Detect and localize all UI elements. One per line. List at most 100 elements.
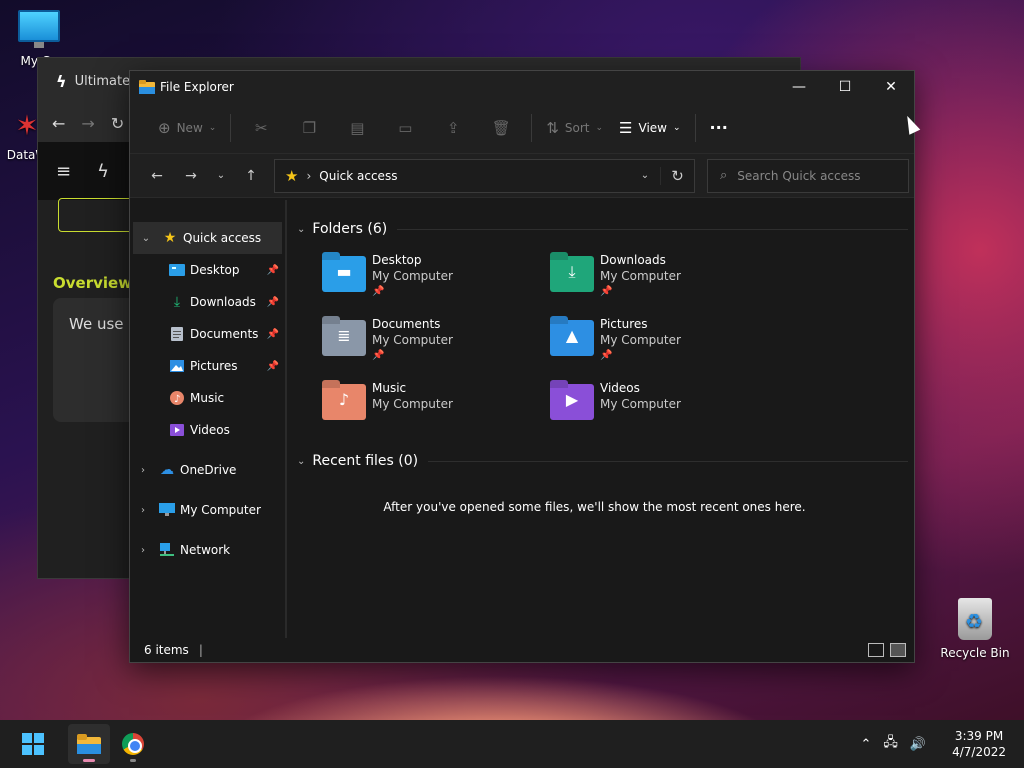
folder-name: Documents: [372, 317, 441, 331]
folders-header-label: Folders (6): [312, 221, 388, 237]
nav-item-music[interactable]: ♪ Music: [130, 382, 285, 414]
folder-location: My Computer: [372, 397, 453, 411]
nav-item-label: Downloads: [190, 295, 256, 309]
start-button[interactable]: [12, 724, 54, 764]
nav-item-documents[interactable]: Documents 📌: [130, 318, 285, 350]
browser-tab-title[interactable]: Ultimate: [75, 74, 131, 89]
view-button[interactable]: ☰ View ⌄: [611, 112, 688, 144]
more-options-button[interactable]: ···: [702, 112, 736, 144]
list-view-icon: ☰: [619, 118, 633, 137]
desktop-glyph-icon: ▬: [336, 262, 352, 281]
up-button[interactable]: ↑: [234, 161, 268, 191]
pin-icon: 📌: [266, 328, 279, 340]
nav-item-downloads[interactable]: ⤓ Downloads 📌: [130, 286, 285, 318]
back-arrow-icon[interactable]: ←: [52, 114, 65, 133]
clock-date: 4/7/2022: [952, 745, 1006, 759]
details-view-icon[interactable]: [868, 643, 884, 657]
search-box[interactable]: ⌕: [707, 158, 909, 193]
clock[interactable]: 3:39 PM 4/7/2022: [952, 728, 1006, 760]
monitor-icon: [18, 10, 60, 48]
taskbar-chrome[interactable]: [112, 724, 154, 764]
nav-item-network[interactable]: › Network: [130, 534, 285, 566]
chevron-right-icon[interactable]: ›: [130, 505, 156, 516]
address-dropdown-chevron-icon[interactable]: ⌄: [630, 170, 660, 181]
site-logo-bolt-icon[interactable]: ϟ: [97, 161, 109, 182]
picture-icon: [166, 360, 188, 372]
close-button[interactable]: ✕: [868, 71, 914, 102]
network-status-icon[interactable]: 🖧: [883, 733, 898, 755]
folder-tile-documents[interactable]: ≣ Documents My Computer 📌: [322, 310, 550, 374]
rename-button[interactable]: ▭: [381, 112, 429, 144]
overview-heading: Overview: [53, 274, 133, 292]
status-bar: 6 items |: [130, 638, 914, 662]
desktop-glyph-folder-icon: ▬: [322, 256, 366, 292]
sort-button[interactable]: ⇅ Sort ⌄: [538, 112, 611, 144]
address-bar[interactable]: ★ › Quick access ⌄ ↻: [274, 158, 695, 193]
document-icon: [166, 327, 188, 341]
folder-name: Music: [372, 381, 407, 395]
folder-info: Desktop My Computer 📌: [372, 252, 453, 300]
svg-text:♪: ♪: [174, 394, 180, 405]
chevron-down-icon[interactable]: ⌄: [133, 233, 159, 244]
search-input[interactable]: [737, 168, 888, 183]
back-button[interactable]: ←: [140, 161, 174, 191]
recent-locations-button[interactable]: ⌄: [208, 161, 234, 191]
file-explorer-window[interactable]: File Explorer — ☐ ✕ ⊕ New ⌄ ✂ ❐ ▤ ▭ ⇪ 🗑 …: [129, 70, 915, 663]
nav-item-quick-access[interactable]: ⌄ ★ Quick access: [133, 222, 282, 254]
running-indicator: [130, 759, 136, 762]
reload-icon[interactable]: ↻: [111, 114, 124, 133]
nav-item-videos[interactable]: Videos: [130, 414, 285, 446]
folder-tile-videos[interactable]: ▶ Videos My Computer: [550, 374, 778, 438]
share-button[interactable]: ⇪: [429, 112, 477, 144]
folder-name: Pictures: [600, 317, 648, 331]
nav-item-desktop[interactable]: Desktop 📌: [130, 254, 285, 286]
forward-button[interactable]: →: [174, 161, 208, 191]
copy-icon: ❐: [302, 118, 317, 137]
view-label: View: [638, 120, 667, 135]
folders-section-header[interactable]: ⌄ Folders (6): [295, 214, 914, 244]
nav-item-label: Videos: [190, 423, 230, 437]
chevron-right-icon[interactable]: ›: [130, 465, 156, 476]
hamburger-menu-icon[interactable]: ≡: [56, 161, 71, 182]
folder-tile-music[interactable]: ♪ Music My Computer: [322, 374, 550, 438]
new-button[interactable]: ⊕ New ⌄: [150, 112, 224, 144]
volume-icon[interactable]: 🔊: [910, 737, 926, 752]
nav-item-label: Network: [180, 543, 231, 557]
command-separator: [694, 113, 696, 142]
folder-info: Videos My Computer: [600, 380, 681, 412]
nav-item-pictures[interactable]: Pictures 📌: [130, 350, 285, 382]
share-icon: ⇪: [447, 118, 460, 137]
recent-files-section-header[interactable]: ⌄ Recent files (0): [295, 446, 914, 476]
command-bar: ⊕ New ⌄ ✂ ❐ ▤ ▭ ⇪ 🗑 ⇅ Sort ⌄ ☰ View ⌄ ··…: [130, 102, 914, 154]
title-bar[interactable]: File Explorer — ☐ ✕: [130, 71, 914, 102]
folder-info: Music My Computer: [372, 380, 453, 412]
minimize-button[interactable]: —: [776, 71, 822, 102]
rename-icon: ▭: [398, 118, 413, 137]
recent-header-label: Recent files (0): [312, 453, 419, 469]
desktop-icon-recycle-bin[interactable]: ♻ Recycle Bin: [940, 598, 1010, 660]
pin-icon: 📌: [266, 264, 279, 276]
folder-tile-desktop[interactable]: ▬ Desktop My Computer 📌: [322, 246, 550, 310]
window-title: File Explorer: [160, 79, 234, 94]
forward-arrow-icon[interactable]: →: [81, 114, 94, 133]
folder-tile-downloads[interactable]: ⤓ Downloads My Computer 📌: [550, 246, 778, 310]
pin-icon: 📌: [372, 350, 385, 361]
copy-button[interactable]: ❐: [285, 112, 333, 144]
address-path[interactable]: Quick access: [319, 169, 397, 183]
chevron-down-icon: ⌄: [297, 223, 306, 235]
refresh-icon[interactable]: ↻: [660, 166, 694, 185]
taskbar-file-explorer[interactable]: [68, 724, 110, 764]
nav-item-label: OneDrive: [180, 463, 237, 477]
nav-item-my-computer[interactable]: › My Computer: [130, 494, 285, 526]
delete-button[interactable]: 🗑: [477, 112, 525, 144]
tiles-view-icon[interactable]: [890, 643, 906, 657]
maximize-button[interactable]: ☐: [822, 71, 868, 102]
cut-button[interactable]: ✂: [237, 112, 285, 144]
nav-item-onedrive[interactable]: › ☁ OneDrive: [130, 454, 285, 486]
paste-button[interactable]: ▤: [333, 112, 381, 144]
chevron-right-icon[interactable]: ›: [130, 545, 156, 556]
folder-tile-pictures[interactable]: ▲ Pictures My Computer 📌: [550, 310, 778, 374]
chevron-up-icon[interactable]: ⌃: [861, 737, 872, 752]
window-controls: — ☐ ✕: [776, 71, 914, 102]
recycle-bin-icon: ♻: [958, 598, 992, 640]
